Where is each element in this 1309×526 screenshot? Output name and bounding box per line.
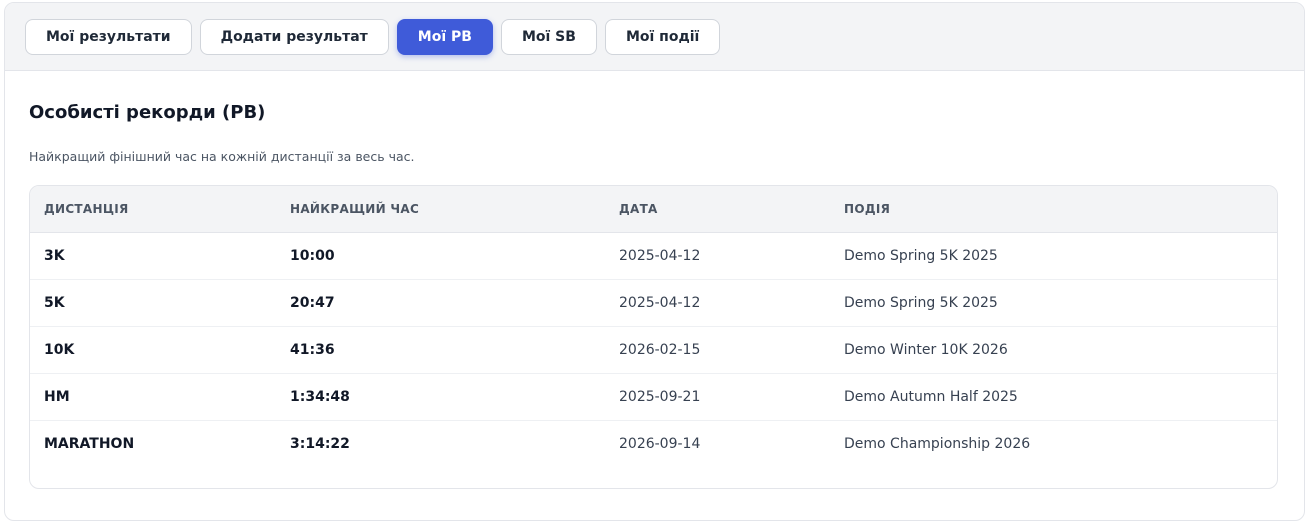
cell-best-time: 3:14:22 xyxy=(290,435,350,452)
cell-event: Demo Spring 5K 2025 xyxy=(830,279,1277,327)
table-row: 10K 41:36 2026-02-15 Demo Winter 10K 202… xyxy=(30,326,1277,374)
pb-card: Мої результати Додати результат Мої PB М… xyxy=(4,2,1305,521)
tab-bar: Мої результати Додати результат Мої PB М… xyxy=(5,3,1304,71)
pb-table: ДИСТАНЦІЯ НАЙКРАЩИЙ ЧАС ДАТА ПОДІЯ 3K 10… xyxy=(30,186,1277,467)
content-area: Особисті рекорди (PB) Найкращий фінішний… xyxy=(5,71,1304,489)
table-header-row: ДИСТАНЦІЯ НАЙКРАЩИЙ ЧАС ДАТА ПОДІЯ xyxy=(30,186,1277,233)
table-row: 5K 20:47 2025-04-12 Demo Spring 5K 2025 xyxy=(30,279,1277,327)
cell-date: 2025-04-12 xyxy=(605,279,830,327)
table-row: HM 1:34:48 2025-09-21 Demo Autumn Half 2… xyxy=(30,373,1277,421)
pb-table-container: ДИСТАНЦІЯ НАЙКРАЩИЙ ЧАС ДАТА ПОДІЯ 3K 10… xyxy=(29,185,1278,489)
cell-distance: HM xyxy=(30,373,276,421)
cell-best-time: 20:47 xyxy=(276,279,605,327)
cell-date: 2025-04-12 xyxy=(605,232,830,280)
cell-date: 2025-09-21 xyxy=(605,373,830,421)
table-header: ДИСТАНЦІЯ НАЙКРАЩИЙ ЧАС ДАТА ПОДІЯ xyxy=(30,186,1277,233)
cell-distance: MARATHON xyxy=(44,435,135,452)
table-row: MARATHON 3:14:22 2026-09-14 Demo Champio… xyxy=(30,420,1277,467)
header-best-time: НАЙКРАЩИЙ ЧАС xyxy=(276,186,605,233)
cell-date: 2026-02-15 xyxy=(605,326,830,374)
tab-my-pb[interactable]: Мої PB xyxy=(396,18,493,55)
cell-distance: 5K xyxy=(30,279,276,327)
cell-distance: 3K xyxy=(30,232,276,280)
cell-best-time: 1:34:48 xyxy=(276,373,605,421)
cell-event: Demo Winter 10K 2026 xyxy=(830,326,1277,374)
table-body: 3K 10:00 2025-04-12 Demo Spring 5K 2025 … xyxy=(30,232,1277,467)
table-row: 3K 10:00 2025-04-12 Demo Spring 5K 2025 xyxy=(30,232,1277,280)
cell-event: Demo Spring 5K 2025 xyxy=(830,232,1277,280)
cell-best-time: 41:36 xyxy=(276,326,605,374)
cell-distance: 10K xyxy=(30,326,276,374)
tab-my-results[interactable]: Мої результати xyxy=(25,18,192,55)
cell-event: Demo Autumn Half 2025 xyxy=(830,373,1277,421)
cell-event: Demo Championship 2026 xyxy=(844,435,1031,452)
cell-date: 2026-09-14 xyxy=(619,435,701,452)
tab-add-result[interactable]: Додати результат xyxy=(199,18,389,55)
page-title: Особисті рекорди (PB) xyxy=(29,102,266,123)
header-date: ДАТА xyxy=(605,186,830,233)
header-distance: ДИСТАНЦІЯ xyxy=(30,186,276,233)
tab-my-events[interactable]: Мої події xyxy=(604,18,721,55)
tab-my-sb[interactable]: Мої SB xyxy=(500,18,597,55)
cell-best-time: 10:00 xyxy=(276,232,605,280)
page-subtitle: Найкращий фінішний час на кожній дистанц… xyxy=(29,149,415,164)
header-event: ПОДІЯ xyxy=(830,186,1277,233)
